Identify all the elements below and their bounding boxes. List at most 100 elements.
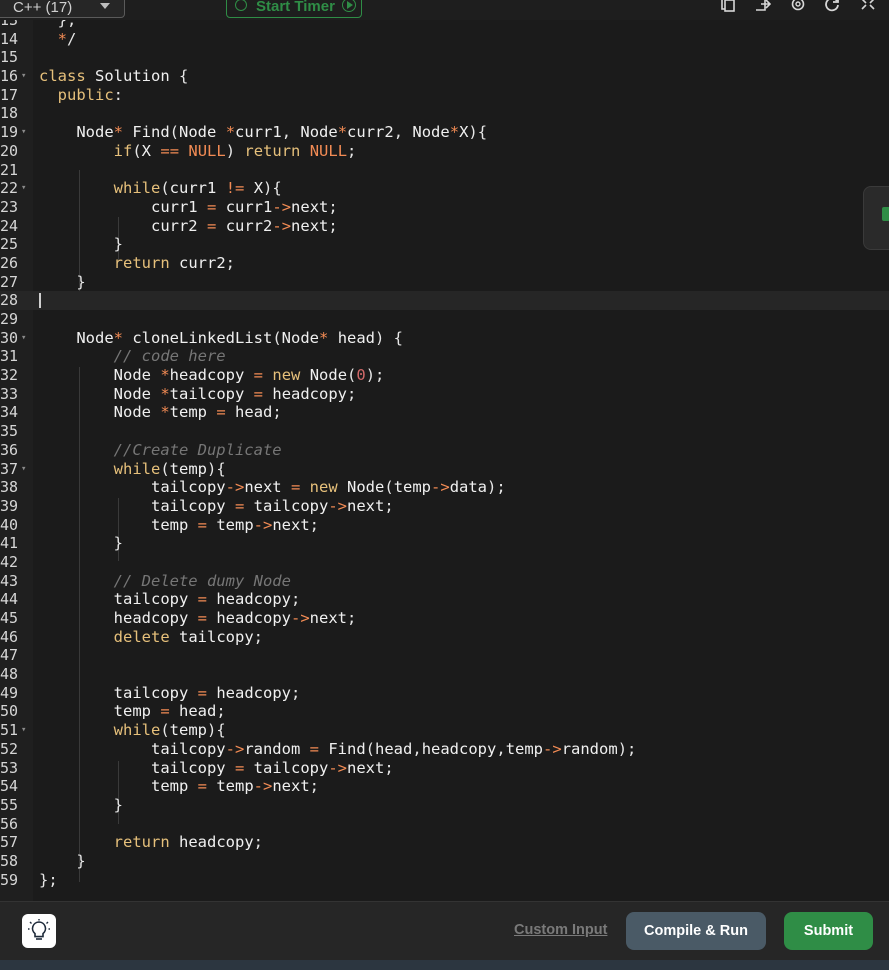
code-text: temp = temp->next; — [150, 515, 320, 534]
code-line[interactable]: 40 temp = temp->next; — [0, 516, 889, 535]
code-line[interactable]: 43 // Delete dumy Node — [0, 572, 889, 591]
code-line[interactable]: 29 — [0, 310, 889, 329]
copy-icon[interactable] — [719, 0, 737, 12]
line-number: 49 — [0, 683, 19, 702]
line-number: 48 — [0, 665, 19, 684]
code-text: }; — [39, 20, 77, 29]
code-line[interactable]: 15 — [0, 48, 889, 67]
code-text: curr1 = curr1->next; — [150, 197, 338, 216]
code-line[interactable]: 34 Node *temp = head; — [0, 403, 889, 422]
code-text: temp = head; — [113, 702, 226, 721]
code-line[interactable]: 24 curr2 = curr2->next; — [0, 217, 889, 236]
code-line[interactable]: 47 — [0, 646, 889, 665]
code-line[interactable]: 58 } — [0, 852, 889, 871]
code-text: return headcopy; — [113, 833, 263, 852]
code-line[interactable]: 36 //Create Duplicate — [0, 441, 889, 460]
fold-toggle-icon[interactable]: ▾ — [21, 179, 26, 198]
code-line[interactable]: 37 ▾ while(temp){ — [0, 460, 889, 479]
code-line[interactable]: 20 if(X == NULL) return NULL; — [0, 142, 889, 161]
code-line[interactable]: 57 return headcopy; — [0, 833, 889, 852]
code-line[interactable]: 56 — [0, 815, 889, 834]
line-number: 24 — [0, 216, 19, 235]
code-line[interactable]: 51 ▾ while(temp){ — [0, 721, 889, 740]
code-text: Node* cloneLinkedList(Node* head) { — [76, 328, 404, 347]
submit-button[interactable]: Submit — [784, 912, 873, 950]
code-line[interactable]: 41 } — [0, 534, 889, 553]
fullscreen-icon[interactable] — [859, 0, 877, 12]
code-line[interactable]: 31 // code here — [0, 347, 889, 366]
editor-toolbar: C++ (17) Start Timer — [0, 0, 889, 20]
line-number: 52 — [0, 739, 19, 758]
side-panel-tab[interactable] — [863, 186, 889, 250]
code-text: while(curr1 != X){ — [113, 179, 282, 198]
line-number: 43 — [0, 571, 19, 590]
code-line[interactable]: 45 headcopy = headcopy->next; — [0, 609, 889, 628]
code-line[interactable]: 39 tailcopy = tailcopy->next; — [0, 497, 889, 516]
custom-input-link[interactable]: Custom Input — [514, 922, 607, 938]
code-line[interactable]: 23 curr1 = curr1->next; — [0, 198, 889, 217]
fold-toggle-icon[interactable]: ▾ — [21, 721, 26, 740]
line-number: 19 — [0, 123, 19, 142]
code-text: delete tailcopy; — [113, 627, 263, 646]
code-line[interactable]: 30 ▾ Node* cloneLinkedList(Node* head) { — [0, 329, 889, 348]
line-number: 13 — [0, 20, 19, 29]
language-label: C++ (17) — [13, 0, 73, 16]
fold-toggle-icon[interactable]: ▾ — [21, 329, 26, 348]
lightbulb-icon — [28, 919, 50, 940]
code-line[interactable]: 21 — [0, 161, 889, 180]
code-line[interactable]: 53 tailcopy = tailcopy->next; — [0, 759, 889, 778]
start-timer-button[interactable]: Start Timer — [226, 0, 362, 18]
code-line[interactable]: 25 } — [0, 235, 889, 254]
code-line[interactable]: 38 tailcopy->next = new Node(temp->data)… — [0, 478, 889, 497]
code-text: // code here — [113, 347, 226, 366]
code-line[interactable]: 35 — [0, 422, 889, 441]
line-number: 16 — [0, 67, 19, 86]
code-line[interactable]: 48 — [0, 665, 889, 684]
code-line[interactable]: 16 ▾ class Solution { — [0, 67, 889, 86]
code-line[interactable]: 19 ▾ Node* Find(Node *curr1, Node*curr2, … — [0, 123, 889, 142]
code-text: Node *headcopy = new Node(0); — [113, 366, 385, 385]
line-number: 47 — [0, 646, 19, 665]
code-line[interactable]: 55 } — [0, 796, 889, 815]
code-editor[interactable]: 13 }; 14 */15 16 ▾ class Solution {17 public… — [0, 20, 889, 901]
code-line[interactable]: 28 — [0, 291, 889, 310]
reset-icon[interactable] — [823, 0, 841, 12]
code-line[interactable]: 52 tailcopy->random = Find(head,headcopy… — [0, 740, 889, 759]
line-number: 33 — [0, 384, 19, 403]
code-text: tailcopy = tailcopy->next; — [150, 496, 394, 515]
code-text: } — [39, 272, 86, 291]
hint-button[interactable] — [22, 914, 56, 948]
settings-icon[interactable] — [789, 0, 807, 12]
bottom-strip — [0, 960, 889, 970]
code-line[interactable]: 27 } — [0, 273, 889, 292]
code-line[interactable]: 44 tailcopy = headcopy; — [0, 590, 889, 609]
fold-toggle-icon[interactable]: ▾ — [21, 67, 26, 86]
code-text: tailcopy = headcopy; — [113, 590, 301, 609]
export-icon[interactable] — [753, 0, 772, 12]
code-line[interactable]: 32 Node *headcopy = new Node(0); — [0, 366, 889, 385]
line-number: 37 — [0, 459, 19, 478]
code-line[interactable]: 26 return curr2; — [0, 254, 889, 273]
language-select[interactable]: C++ (17) — [0, 0, 125, 18]
code-line[interactable]: 50 temp = head; — [0, 702, 889, 721]
code-line[interactable]: 22 ▾ while(curr1 != X){ — [0, 179, 889, 198]
line-number: 23 — [0, 197, 19, 216]
code-text: tailcopy = tailcopy->next; — [150, 758, 394, 777]
line-number: 53 — [0, 758, 19, 777]
code-text: while(temp){ — [113, 721, 226, 740]
code-line[interactable]: 18 — [0, 104, 889, 123]
code-line[interactable]: 46 delete tailcopy; — [0, 628, 889, 647]
compile-run-button[interactable]: Compile & Run — [626, 912, 766, 950]
code-line[interactable]: 13 }; — [0, 20, 889, 30]
fold-toggle-icon[interactable]: ▾ — [21, 460, 26, 479]
code-line[interactable]: 54 temp = temp->next; — [0, 777, 889, 796]
code-line[interactable]: 17 public: — [0, 86, 889, 105]
line-number: 39 — [0, 496, 19, 515]
code-line[interactable]: 59}; — [0, 871, 889, 890]
code-line[interactable]: 33 Node *tailcopy = headcopy; — [0, 385, 889, 404]
code-line[interactable]: 14 */ — [0, 30, 889, 49]
code-line[interactable]: 42 — [0, 553, 889, 572]
fold-toggle-icon[interactable]: ▾ — [21, 123, 26, 142]
code-line[interactable]: 49 tailcopy = headcopy; — [0, 684, 889, 703]
line-number: 14 — [0, 29, 19, 48]
